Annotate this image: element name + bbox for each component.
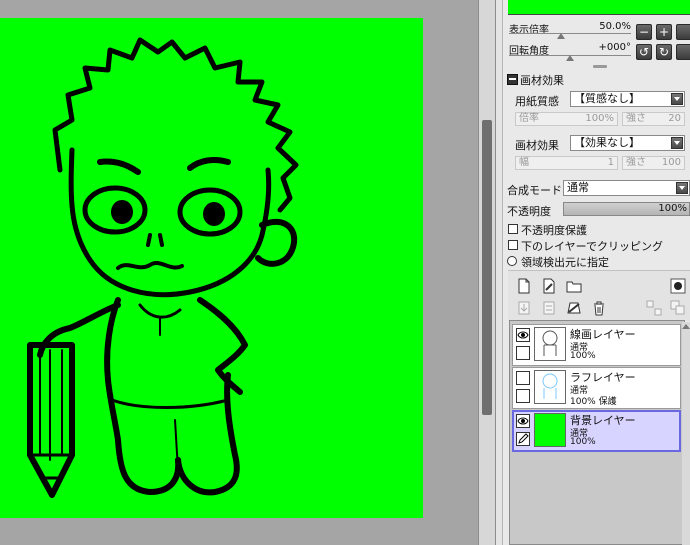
scroll-up-icon[interactable] (682, 324, 690, 329)
rotation-slider-handle[interactable] (566, 55, 574, 61)
layer-item-lineart[interactable]: 線画レイヤー 通常 100% (512, 324, 681, 366)
layer-opacity: 100% 保護 (570, 394, 617, 407)
chevron-down-icon[interactable] (676, 182, 688, 194)
texture-strength-label: 強さ (626, 113, 646, 124)
clipping-label: 下のレイヤーでクリッピング (521, 240, 664, 253)
pen-icon (518, 433, 529, 444)
layer-protect-label: 保護 (598, 397, 617, 407)
layer-thumbnail (534, 327, 566, 361)
effect-value: 【効果なし】 (574, 136, 640, 149)
zoom-out-button[interactable]: − (636, 24, 652, 40)
rotate-reset-button[interactable] (676, 44, 690, 60)
layer-item-background[interactable]: 背景レイヤー 通常 100% (512, 410, 681, 452)
paper-texture-dropdown[interactable]: 【質感なし】 (570, 91, 685, 107)
paper-texture-value: 【質感なし】 (574, 92, 640, 105)
canvas-vertical-scrollbar[interactable] (478, 0, 496, 545)
artboard[interactable] (0, 18, 423, 518)
visibility-toggle[interactable] (516, 371, 530, 385)
blend-mode-value: 通常 (567, 181, 589, 194)
selection-source-radio[interactable] (507, 256, 517, 266)
zoom-reset-button[interactable] (676, 24, 690, 40)
texture-strength-field: 強さ 20 (622, 112, 685, 126)
effect-strength-label: 強さ (626, 157, 646, 168)
opacity-value: 100% (658, 203, 687, 214)
effect-width-label: 幅 (519, 157, 529, 168)
zoom-slider-track[interactable] (509, 33, 631, 34)
canvas-area[interactable] (0, 0, 478, 545)
effect-width-field: 幅 1 (515, 156, 618, 170)
merge-down-icon[interactable] (541, 300, 557, 316)
opacity-slider[interactable]: 100% (563, 202, 690, 216)
clear-layer-icon[interactable] (566, 300, 582, 316)
trash-icon[interactable] (591, 300, 607, 316)
effect-strength-value: 100 (661, 157, 681, 168)
magnification-label: 倍率 (519, 113, 539, 124)
right-panel: 表示倍率 50.0% − + 回転角度 +000° ↺ ↻ 画材効果 用紙質感 … (503, 0, 690, 545)
resize-grip[interactable] (593, 65, 607, 68)
layer-grid-icon[interactable] (646, 300, 662, 316)
transfer-down-icon[interactable] (516, 300, 532, 316)
paper-texture-label: 用紙質感 (515, 95, 559, 108)
layer-thumbnail (534, 413, 566, 447)
lineart-drawing (27, 37, 299, 498)
eye-icon (517, 417, 529, 425)
new-folder-icon[interactable] (566, 278, 582, 294)
layer-opacity: 100% (570, 351, 596, 361)
magnification-field: 倍率 100% (515, 112, 618, 126)
texture-strength-value: 20 (668, 113, 681, 124)
collapse-icon[interactable] (507, 74, 518, 85)
effect-width-value: 1 (607, 157, 614, 168)
effect-dropdown[interactable]: 【効果なし】 (570, 135, 685, 151)
effect-label: 画材効果 (515, 139, 559, 152)
zoom-slider-handle[interactable] (556, 33, 565, 39)
selection-source-label: 領域検出元に指定 (521, 256, 609, 269)
layer-opacity: 100% (570, 437, 596, 447)
blend-mode-dropdown[interactable]: 通常 (563, 180, 690, 196)
visibility-toggle[interactable] (516, 414, 530, 428)
blend-mode-label: 合成モード (507, 184, 562, 197)
scrollbar-thumb[interactable] (482, 120, 492, 415)
layer-item-rough[interactable]: ラフレイヤー 通常 100% 保護 (512, 367, 681, 409)
preserve-opacity-checkbox[interactable] (508, 224, 518, 234)
chevron-down-icon[interactable] (671, 137, 683, 149)
layer-lock-toggle[interactable] (516, 346, 530, 360)
new-vector-layer-icon[interactable] (541, 278, 557, 294)
visibility-toggle[interactable] (516, 328, 530, 342)
layer-lock-toggle[interactable] (516, 389, 530, 403)
panel-splitter[interactable] (496, 0, 503, 545)
layer-thumbnail (534, 370, 566, 404)
layer-stack-icon[interactable] (670, 300, 686, 316)
layer-list[interactable]: 線画レイヤー 通常 100% ラフレイヤー 通常 100% 保護 背景レイヤー (509, 320, 685, 545)
navigator-preview[interactable] (508, 0, 690, 15)
eye-icon (517, 331, 529, 339)
zoom-value: 50.0% (599, 21, 631, 32)
layer-opacity-value: 100% (570, 397, 596, 407)
preserve-opacity-label: 不透明度保護 (521, 224, 587, 237)
layer-panel-menu-icon[interactable] (670, 278, 686, 294)
layer-lock-toggle[interactable] (516, 432, 530, 446)
layer-list-scrollbar[interactable] (682, 322, 690, 545)
material-effect-header[interactable]: 画材効果 (507, 72, 564, 88)
rotation-value: +000° (598, 42, 631, 53)
magnification-value: 100% (585, 113, 614, 124)
opacity-label: 不透明度 (507, 205, 551, 218)
zoom-in-button[interactable]: + (656, 24, 672, 40)
material-effect-title: 画材効果 (520, 74, 564, 87)
rotate-ccw-button[interactable]: ↺ (636, 44, 652, 60)
rotate-cw-button[interactable]: ↻ (656, 44, 672, 60)
clipping-checkbox[interactable] (508, 240, 518, 250)
new-layer-icon[interactable] (516, 278, 532, 294)
effect-strength-field: 強さ 100 (622, 156, 685, 170)
chevron-down-icon[interactable] (671, 93, 683, 105)
